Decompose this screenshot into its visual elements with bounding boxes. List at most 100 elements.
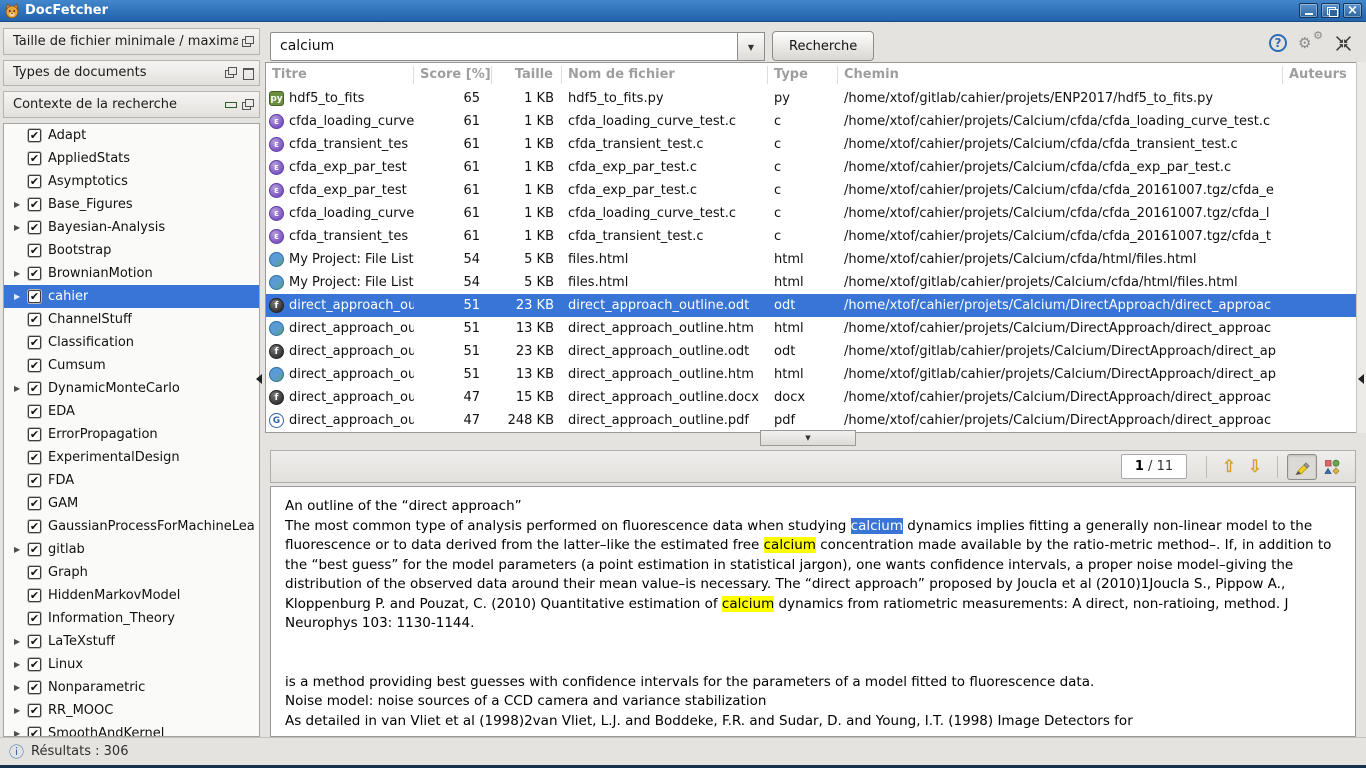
tree-item-GAM[interactable]: ✔GAM — [4, 492, 259, 515]
table-row[interactable]: εcfda_transient_tes611 KBcfda_transient_… — [266, 133, 1356, 156]
column-header-titre[interactable]: Titre — [266, 66, 414, 84]
tree-item-RR_MOOC[interactable]: ▶✔RR_MOOC — [4, 699, 259, 722]
table-row[interactable]: pyhdf5_to_fits651 KBhdf5_to_fits.pypy/ho… — [266, 87, 1356, 110]
tree-item-Bootstrap[interactable]: ✔Bootstrap — [4, 239, 259, 262]
checkbox-icon[interactable]: ✔ — [28, 658, 41, 671]
checkbox-icon[interactable]: ✔ — [28, 175, 41, 188]
tree-item-Bayesian-Analysis[interactable]: ▶✔Bayesian-Analysis — [4, 216, 259, 239]
left-sash-collapse-arrow[interactable] — [256, 374, 262, 384]
expander-icon[interactable]: ▶ — [14, 223, 28, 232]
tree-item-cahier[interactable]: ▶✔cahier — [4, 285, 259, 308]
tree-item-ChannelStuff[interactable]: ✔ChannelStuff — [4, 308, 259, 331]
checkbox-icon[interactable]: ✔ — [28, 382, 41, 395]
table-row[interactable]: direct_approach_ou5113 KBdirect_approach… — [266, 317, 1356, 340]
table-row[interactable]: Gdirect_approach_ou47248 KBdirect_approa… — [266, 409, 1356, 432]
panel-search-scope[interactable]: Contexte de la recherche — [3, 91, 260, 118]
tree-item-EDA[interactable]: ✔EDA — [4, 400, 259, 423]
table-row[interactable]: fdirect_approach_ou5123 KBdirect_approac… — [266, 340, 1356, 363]
tree-item-Classification[interactable]: ✔Classification — [4, 331, 259, 354]
checkbox-icon[interactable]: ✔ — [28, 451, 41, 464]
preferences-gears-icon[interactable]: ⚙⚙ — [1300, 33, 1322, 53]
tree-item-ErrorPropagation[interactable]: ✔ErrorPropagation — [4, 423, 259, 446]
checkbox-icon[interactable]: ✔ — [28, 727, 41, 737]
checkbox-icon[interactable]: ✔ — [28, 589, 41, 602]
tree-item-Adapt[interactable]: ✔Adapt — [4, 124, 259, 147]
expander-icon[interactable]: ▶ — [14, 683, 28, 692]
maximize-panel-icon[interactable] — [242, 67, 253, 78]
restore-panel-icon[interactable] — [242, 36, 253, 47]
collapse-arrows-icon[interactable] — [1335, 35, 1352, 52]
checkbox-icon[interactable]: ✔ — [28, 129, 41, 142]
table-row[interactable]: direct_approach_ou5113 KBdirect_approach… — [266, 363, 1356, 386]
close-window-button[interactable]: × — [1343, 3, 1362, 18]
checkbox-icon[interactable]: ✔ — [28, 336, 41, 349]
checkbox-icon[interactable]: ✔ — [28, 566, 41, 579]
checkbox-icon[interactable]: ✔ — [28, 313, 41, 326]
table-row[interactable]: εcfda_exp_par_test611 KBcfda_exp_par_tes… — [266, 179, 1356, 202]
restore-panel-icon[interactable] — [225, 67, 236, 78]
table-row[interactable]: εcfda_loading_curve611 KBcfda_loading_cu… — [266, 110, 1356, 133]
tree-item-Nonparametric[interactable]: ▶✔Nonparametric — [4, 676, 259, 699]
expander-icon[interactable]: ▶ — [14, 292, 28, 301]
expander-icon[interactable]: ▶ — [14, 545, 28, 554]
table-row[interactable]: fdirect_approach_ou5123 KBdirect_approac… — [266, 294, 1356, 317]
checkbox-icon[interactable]: ✔ — [28, 497, 41, 510]
column-header-chemin[interactable]: Chemin — [838, 66, 1283, 84]
checkbox-icon[interactable]: ✔ — [28, 405, 41, 418]
help-icon[interactable]: ? — [1269, 34, 1287, 52]
tree-item-ExperimentalDesign[interactable]: ✔ExperimentalDesign — [4, 446, 259, 469]
checkbox-icon[interactable]: ✔ — [28, 681, 41, 694]
table-row[interactable]: My Project: File List545 KBfiles.htmlhtm… — [266, 271, 1356, 294]
tree-item-SmoothAndKernel[interactable]: ▶✔SmoothAndKernel — [4, 722, 259, 737]
expander-icon[interactable]: ▶ — [14, 706, 28, 715]
table-row[interactable]: εcfda_loading_curve611 KBcfda_loading_cu… — [266, 202, 1356, 225]
tree-item-Graph[interactable]: ✔Graph — [4, 561, 259, 584]
column-header-taille[interactable]: Taille — [492, 66, 562, 84]
expander-icon[interactable]: ▶ — [14, 384, 28, 393]
restore-panel-icon[interactable] — [242, 99, 253, 110]
tree-item-Asymptotics[interactable]: ✔Asymptotics — [4, 170, 259, 193]
tree-item-Base_Figures[interactable]: ▶✔Base_Figures — [4, 193, 259, 216]
table-row[interactable]: fdirect_approach_ou4715 KBdirect_approac… — [266, 386, 1356, 409]
checkbox-icon[interactable]: ✔ — [28, 428, 41, 441]
search-dropdown-button[interactable]: ▼ — [738, 32, 765, 61]
checkbox-icon[interactable]: ✔ — [28, 474, 41, 487]
table-scroll-down-button[interactable]: ▼ — [760, 430, 856, 446]
highlighter-toggle-button[interactable] — [1287, 454, 1317, 480]
checkbox-icon[interactable]: ✔ — [28, 198, 41, 211]
checkbox-icon[interactable]: ✔ — [28, 704, 41, 717]
tree-item-AppliedStats[interactable]: ✔AppliedStats — [4, 147, 259, 170]
checkbox-icon[interactable]: ✔ — [28, 221, 41, 234]
next-match-button[interactable]: ⇩ — [1242, 457, 1268, 477]
table-row[interactable]: εcfda_transient_tes611 KBcfda_transient_… — [266, 225, 1356, 248]
tree-item-Linux[interactable]: ▶✔Linux — [4, 653, 259, 676]
checkbox-icon[interactable]: ✔ — [28, 520, 41, 533]
expander-icon[interactable]: ▶ — [14, 200, 28, 209]
column-header-nom-de-fichier[interactable]: Nom de fichier — [562, 66, 768, 84]
search-input[interactable] — [270, 32, 738, 61]
tree-item-BrownianMotion[interactable]: ▶✔BrownianMotion — [4, 262, 259, 285]
checkbox-icon[interactable]: ✔ — [28, 290, 41, 303]
table-row[interactable]: εcfda_exp_par_test611 KBcfda_exp_par_tes… — [266, 156, 1356, 179]
tree-item-Cumsum[interactable]: ✔Cumsum — [4, 354, 259, 377]
checkbox-icon[interactable]: ✔ — [28, 244, 41, 257]
checkbox-icon[interactable]: ✔ — [28, 152, 41, 165]
checkbox-icon[interactable]: ✔ — [28, 267, 41, 280]
column-header-type[interactable]: Type — [768, 66, 838, 84]
panel-filesize[interactable]: Taille de fichier minimale / maximale — [3, 28, 260, 55]
checkbox-icon[interactable]: ✔ — [28, 359, 41, 372]
table-row[interactable]: My Project: File List545 KBfiles.htmlhtm… — [266, 248, 1356, 271]
minimize-panel-icon[interactable] — [225, 99, 236, 110]
panel-doctypes[interactable]: Types de documents — [3, 60, 260, 87]
checkbox-icon[interactable]: ✔ — [28, 543, 41, 556]
previous-match-button[interactable]: ⇧ — [1216, 457, 1242, 477]
column-header-auteurs[interactable]: Auteurs — [1283, 66, 1356, 84]
minimize-window-button[interactable] — [1299, 3, 1318, 18]
tree-item-Information_Theory[interactable]: ✔Information_Theory — [4, 607, 259, 630]
tree-item-LaTeXstuff[interactable]: ▶✔LaTeXstuff — [4, 630, 259, 653]
tree-item-gitlab[interactable]: ▶✔gitlab — [4, 538, 259, 561]
right-sash-collapse-arrow[interactable] — [1358, 374, 1364, 384]
expander-icon[interactable]: ▶ — [14, 637, 28, 646]
checkbox-icon[interactable]: ✔ — [28, 635, 41, 648]
expander-icon[interactable]: ▶ — [14, 269, 28, 278]
